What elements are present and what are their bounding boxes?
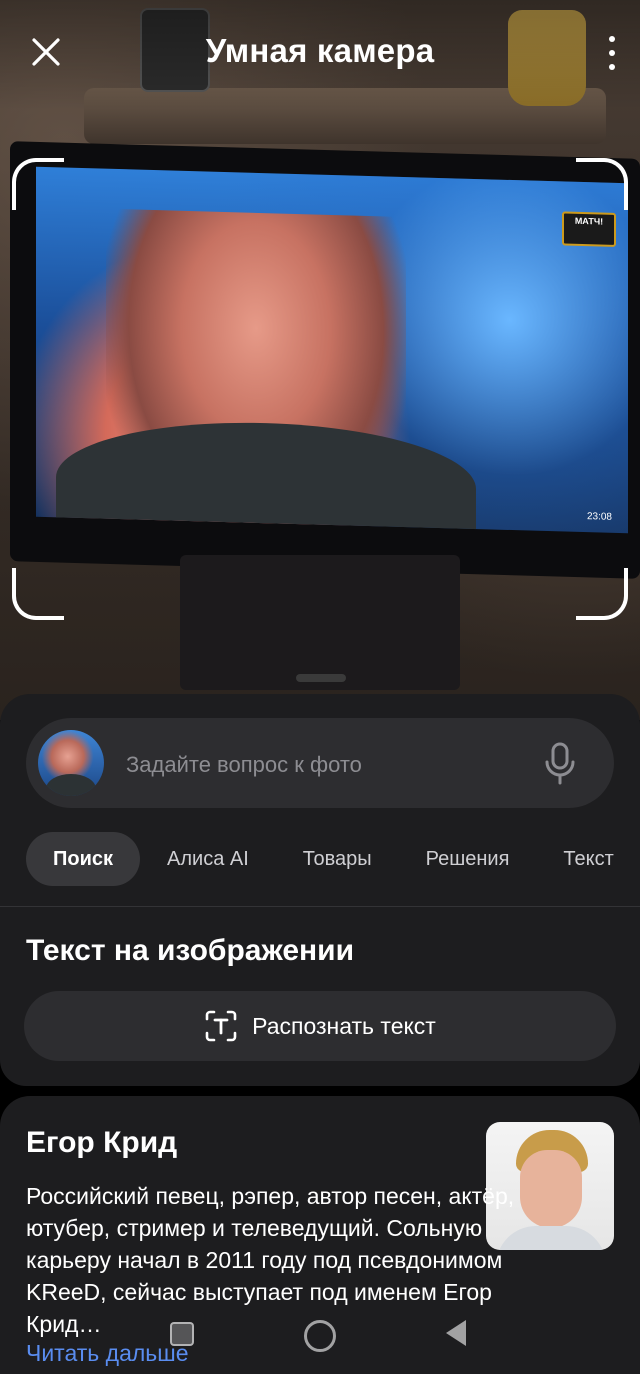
- read-more-link[interactable]: Читать дальше: [26, 1340, 189, 1367]
- ask-photo-input[interactable]: [124, 748, 508, 782]
- top-bar: Умная камера: [0, 0, 640, 110]
- divider: [0, 906, 640, 907]
- scan-frame-corner-bottom-left[interactable]: [12, 568, 64, 620]
- tv-channel-logo: МАТЧ!: [562, 211, 616, 247]
- page-title: Умная камера: [205, 32, 435, 69]
- tab-search[interactable]: Поиск: [26, 832, 141, 886]
- scan-frame-corner-top-left[interactable]: [12, 158, 64, 210]
- scan-frame-corner-top-right[interactable]: [576, 158, 628, 210]
- text-section-title: Текст на изображении: [26, 934, 355, 967]
- person-description: Российский певец, рэпер, автор песен, ак…: [26, 1183, 515, 1337]
- microphone-button[interactable]: [542, 742, 578, 786]
- more-vert-icon: [609, 36, 615, 42]
- recognize-text-label: Распознать текст: [252, 1012, 436, 1039]
- tab-products[interactable]: Товары: [276, 832, 399, 886]
- camera-photo: МАТЧ! 23:08 Умная камера: [0, 0, 640, 720]
- text-recognition-icon: [205, 1010, 237, 1042]
- tv-clock: 23:08: [586, 511, 612, 523]
- tv-screen: МАТЧ! 23:08: [36, 166, 628, 534]
- more-menu-button[interactable]: [606, 36, 618, 70]
- ask-photo-bar[interactable]: [26, 718, 614, 808]
- recognize-text-button[interactable]: Распознать текст: [24, 991, 616, 1061]
- tab-text[interactable]: Текст: [536, 832, 640, 886]
- more-vert-dot: [609, 64, 615, 70]
- smart-camera-screen: МАТЧ! 23:08 Умная камера Задайте вопрос …: [0, 0, 640, 1374]
- photo-thumbnail[interactable]: [38, 730, 104, 796]
- sheet-drag-handle[interactable]: [296, 674, 346, 682]
- person-name: Егор Крид: [26, 1126, 178, 1159]
- tab-alice-ai[interactable]: Алиса AI: [140, 832, 276, 886]
- tab-solutions[interactable]: Решения: [399, 832, 537, 886]
- tv-stand: [180, 555, 460, 690]
- person-card[interactable]: Егор Крид Российский певец, рэпер, автор…: [0, 1096, 640, 1374]
- more-vert-dot: [609, 50, 615, 56]
- scan-frame-corner-bottom-right[interactable]: [576, 568, 628, 620]
- microphone-icon: [545, 742, 575, 785]
- results-sheet: Поиск Алиса AI Товары Решения Текст Текс…: [0, 694, 640, 1086]
- search-mode-tabs: Поиск Алиса AI Товары Решения Текст: [26, 832, 640, 886]
